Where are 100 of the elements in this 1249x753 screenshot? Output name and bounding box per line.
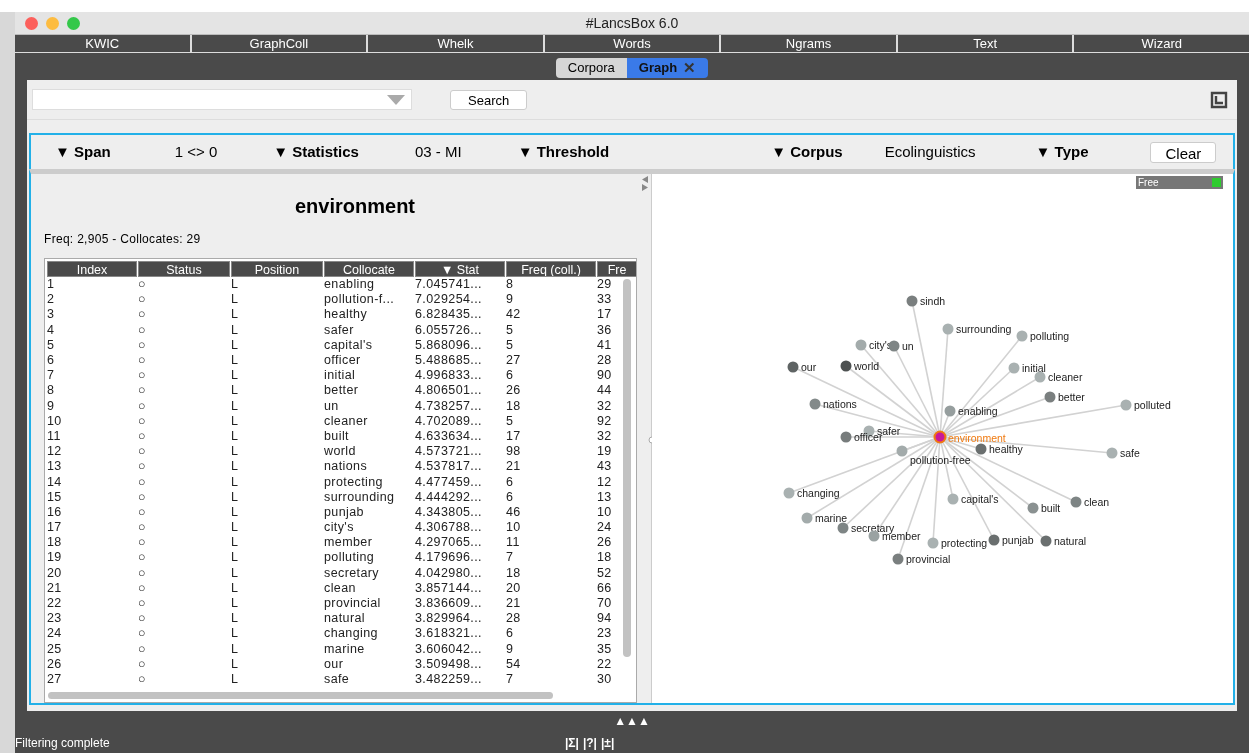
table-cell-text: un bbox=[324, 398, 340, 414]
table-cell-text: 4.477459... bbox=[415, 474, 483, 490]
node-label: protecting bbox=[941, 537, 988, 549]
table-cell-text: 3.509498... bbox=[415, 656, 483, 672]
center-node-label: environment bbox=[948, 432, 1006, 444]
table-cell-text: 5 bbox=[47, 337, 56, 353]
table-cell-text: 3.829964... bbox=[415, 611, 483, 627]
table-cell-text: 94 bbox=[597, 611, 613, 627]
table-cell-text: 3.857144... bbox=[415, 580, 483, 596]
table-cell-text: ○ bbox=[138, 337, 147, 353]
table-cell-text: 24 bbox=[47, 626, 63, 642]
column-header[interactable]: ▼ Stat bbox=[415, 261, 505, 277]
filter-dropdown[interactable]: ▼ Corpus bbox=[771, 140, 843, 164]
detach-window-icon[interactable] bbox=[1210, 90, 1228, 109]
table-cell-text: 32 bbox=[597, 398, 613, 414]
table-cell-text: natural bbox=[324, 611, 367, 627]
table-cell-text: 32 bbox=[597, 428, 613, 444]
table-cell-text: 20 bbox=[47, 565, 63, 581]
node-word-heading: environment bbox=[294, 194, 416, 219]
table-cell-text: 19 bbox=[597, 444, 613, 460]
column-header[interactable]: Position bbox=[231, 261, 323, 277]
table-cell-text: initial bbox=[324, 368, 357, 384]
table-cell-text: 10 bbox=[597, 504, 613, 520]
table-cell-text: 4.306788... bbox=[415, 520, 483, 536]
table-cell-text: 27 bbox=[47, 671, 63, 687]
sub-tab[interactable]: Graph ✕ bbox=[626, 58, 709, 78]
table-cell-text: enabling bbox=[324, 277, 376, 293]
table-cell-text: ○ bbox=[138, 641, 147, 657]
node-label: natural bbox=[1054, 535, 1087, 547]
table-cell-text: L bbox=[231, 550, 240, 566]
vertical-scrollbar[interactable] bbox=[623, 279, 631, 657]
node-label: world bbox=[854, 360, 880, 372]
table-cell-text: 4 bbox=[47, 322, 56, 338]
filter-dropdown[interactable]: ▼ Span bbox=[55, 140, 111, 164]
table-cell-text: 14 bbox=[47, 474, 63, 490]
search-combo-field[interactable] bbox=[32, 89, 412, 110]
tool-tab[interactable]: GraphColl bbox=[189, 35, 367, 53]
table-cell-text: 29 bbox=[597, 277, 613, 293]
table-cell-text: 7 bbox=[506, 671, 515, 687]
table-cell-text: 4.537817... bbox=[415, 459, 483, 475]
filter-value: Ecolinguistics bbox=[884, 141, 976, 162]
node-label: un bbox=[902, 340, 914, 352]
table-cell-text: 18 bbox=[47, 535, 63, 551]
table-cell-text: 17 bbox=[506, 428, 522, 444]
table-cell-text: 9 bbox=[47, 398, 56, 414]
node-label: provincial bbox=[906, 553, 951, 565]
table-cell-text: ○ bbox=[138, 307, 147, 323]
toolbar-button[interactable]: |Σ| bbox=[565, 734, 579, 752]
horizontal-scrollbar[interactable] bbox=[48, 692, 553, 699]
table-cell-text: 4.297065... bbox=[415, 535, 483, 551]
table-cell-text: 5 bbox=[506, 413, 515, 429]
expand-right-icon[interactable] bbox=[642, 184, 648, 191]
tool-tab[interactable]: Words bbox=[542, 35, 720, 53]
table-cell-text: secretary bbox=[324, 565, 380, 581]
filter-dropdown[interactable]: ▼ Type bbox=[1035, 140, 1089, 164]
table-cell-text: 66 bbox=[597, 580, 613, 596]
table-cell-text: our bbox=[324, 656, 345, 672]
filter-dropdown[interactable]: ▼ Statistics bbox=[273, 140, 359, 164]
table-cell-text: 3.482259... bbox=[415, 671, 483, 687]
collapse-handle[interactable]: ▲▲▲ bbox=[614, 712, 650, 730]
search-button[interactable]: Search bbox=[450, 89, 528, 110]
sub-tab[interactable]: Corpora bbox=[555, 58, 627, 78]
column-header[interactable]: Freq (coll.) bbox=[506, 261, 596, 277]
tool-tab[interactable]: Text bbox=[895, 35, 1073, 53]
table-cell-text: 4.806501... bbox=[415, 383, 483, 399]
minimize-window-button[interactable] bbox=[46, 16, 59, 30]
table-cell-text: 22 bbox=[47, 596, 63, 612]
table-cell-text: ○ bbox=[138, 413, 147, 429]
zoom-window-button[interactable] bbox=[67, 16, 80, 30]
node-label: pollution-free bbox=[910, 454, 971, 466]
table-cell-text: ○ bbox=[138, 504, 147, 520]
status-indicator bbox=[1212, 178, 1221, 187]
filter-dropdown[interactable]: ▼ Threshold bbox=[517, 140, 610, 164]
table-cell-text: L bbox=[231, 520, 240, 536]
column-header[interactable]: Fre bbox=[597, 261, 636, 277]
close-window-button[interactable] bbox=[25, 16, 38, 30]
window-title: #LancsBox 6.0 bbox=[585, 13, 679, 33]
tool-tab[interactable]: Wizard bbox=[1072, 35, 1249, 53]
toolbar-button[interactable]: |?| bbox=[582, 734, 597, 752]
collapse-left-icon[interactable] bbox=[642, 176, 648, 183]
table-cell-text: 9 bbox=[506, 641, 515, 657]
clear-button[interactable]: Clear bbox=[1150, 141, 1217, 163]
column-header[interactable]: Index bbox=[47, 261, 137, 277]
table-cell-text: L bbox=[231, 611, 240, 627]
table-cell-text: cleaner bbox=[324, 413, 369, 429]
table-cell-text: 17 bbox=[47, 520, 63, 536]
table-cell-text: ○ bbox=[138, 428, 147, 444]
column-header[interactable]: Collocate bbox=[324, 261, 414, 277]
table-cell-text: 4.343805... bbox=[415, 504, 483, 520]
table-cell-text: provincial bbox=[324, 596, 382, 612]
toolbar-button[interactable]: |±| bbox=[600, 734, 615, 752]
table-cell-text: 36 bbox=[597, 322, 613, 338]
summary-text: Freq: 2,905 - Collocates: 29 bbox=[44, 231, 202, 248]
tool-tab[interactable]: Whelk bbox=[366, 35, 543, 53]
column-header[interactable]: Status bbox=[138, 261, 230, 277]
table-cell-text: L bbox=[231, 337, 240, 353]
table-cell-text: L bbox=[231, 580, 240, 596]
table-cell-text: 33 bbox=[597, 292, 613, 308]
tool-tab[interactable]: Ngrams bbox=[719, 35, 896, 53]
table-cell-text: 23 bbox=[47, 611, 63, 627]
